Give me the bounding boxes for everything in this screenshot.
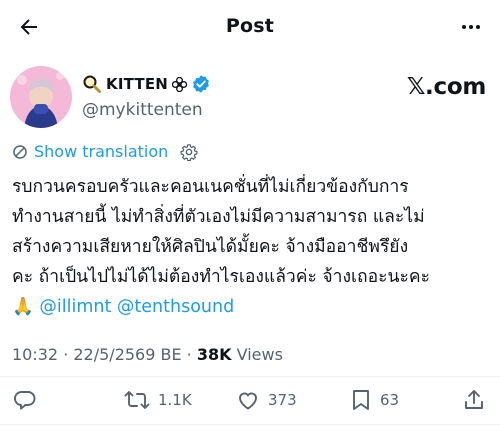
- avatar-image: [10, 66, 72, 128]
- magnifier-icon: [83, 75, 101, 93]
- name-row[interactable]: KITTEN: [82, 74, 211, 94]
- retweet-icon: [124, 391, 150, 409]
- tweet-line-4: คะ ถ้าเป็นไปไม่ได้ไม่ต้องทำไรเองแล้วค่ะ …: [12, 267, 430, 287]
- author-row: KITTEN @mykittenten 𝕏.com: [10, 66, 490, 130]
- views-count: 38K: [196, 345, 232, 364]
- bookmark-count: 63: [380, 391, 400, 409]
- mention-illimnt[interactable]: @illimnt: [39, 297, 111, 317]
- reply-icon: [14, 391, 36, 410]
- tweet-line-1: รบกวนครอบครัวและคอนเนคชั่นที่ไม่เกี่ยวข้…: [12, 177, 409, 197]
- mention-tenthsound[interactable]: @tenthsound: [117, 297, 234, 317]
- share-button[interactable]: [462, 383, 486, 417]
- platform-badge[interactable]: 𝕏.com: [407, 74, 486, 100]
- top-bar: Post: [0, 0, 500, 54]
- meta-separator-2: ·: [181, 345, 197, 364]
- bookmark-icon: [353, 390, 369, 410]
- flower-icon: [172, 76, 188, 92]
- tweet-meta: 10:32 · 22/5/2569 BE · 38K Views: [12, 345, 283, 364]
- post-date[interactable]: 22/5/2569 BE: [73, 345, 181, 364]
- like-button[interactable]: 373: [236, 383, 297, 417]
- more-icon: [462, 25, 480, 29]
- like-count: 373: [268, 391, 297, 409]
- author-handle[interactable]: @mykittenten: [82, 100, 203, 120]
- tweet-text: รบกวนครอบครัวและคอนเนคชั่นที่ไม่เกี่ยวข้…: [12, 172, 496, 322]
- avatar[interactable]: [10, 66, 72, 128]
- action-bar: 1.1K 373 63: [0, 383, 500, 417]
- translate-slash-icon: [13, 144, 27, 159]
- retweet-button[interactable]: 1.1K: [124, 383, 192, 417]
- retweet-count: 1.1K: [158, 391, 192, 409]
- show-translation-link[interactable]: Show translation: [34, 142, 168, 161]
- bookmark-button[interactable]: 63: [350, 383, 399, 417]
- like-icon: [239, 392, 257, 410]
- divider-bottom: [0, 424, 500, 425]
- more-button[interactable]: [456, 12, 486, 42]
- reply-button[interactable]: [13, 383, 45, 417]
- views-label: Views: [231, 345, 283, 364]
- settings-icon[interactable]: [180, 143, 198, 161]
- post-time[interactable]: 10:32: [12, 345, 58, 364]
- share-icon: [465, 390, 483, 409]
- tweet-line-5: 🙏 @illimnt @tenthsound: [12, 292, 496, 322]
- tweet-line-2: ทำงานสายนี้ ไม่ทำสิ่งที่ตัวเองไม่มีความส…: [12, 207, 425, 227]
- display-name: KITTEN: [106, 75, 169, 93]
- divider-top: [0, 376, 500, 377]
- verified-icon: [193, 75, 209, 93]
- prayer-emoji: 🙏: [12, 297, 34, 317]
- page-title: Post: [225, 15, 275, 37]
- meta-separator: ·: [58, 345, 74, 364]
- tweet-line-3: สร้างความเสียหายให้ศิลปินได้มั้ยคะ จ้างม…: [12, 237, 409, 257]
- translation-row: Show translation: [12, 142, 198, 161]
